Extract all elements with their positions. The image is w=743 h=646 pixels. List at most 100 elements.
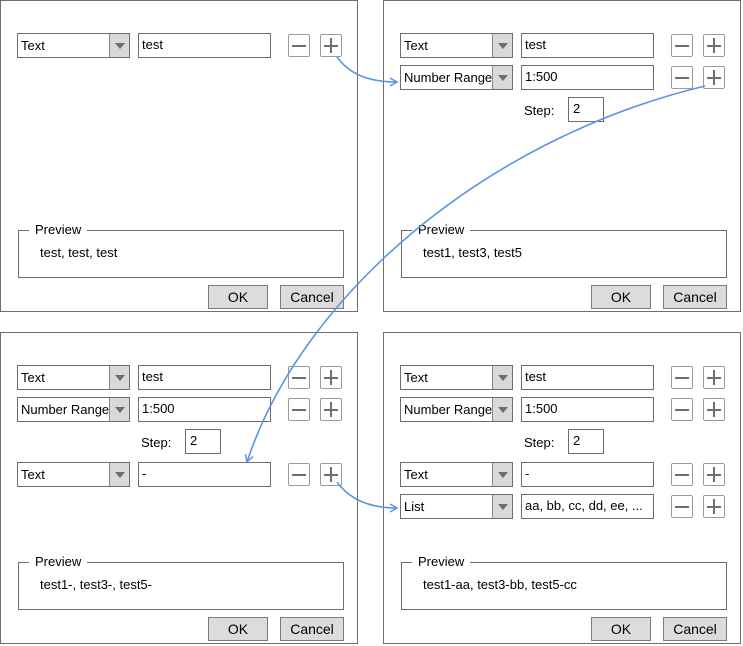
step-input-value: 2 xyxy=(573,101,581,116)
value-input-text: 1:500 xyxy=(142,401,175,416)
value-input[interactable]: 1:500 xyxy=(521,397,654,422)
type-dropdown[interactable]: Number Range xyxy=(400,65,513,90)
remove-row-button[interactable] xyxy=(671,398,693,421)
value-input[interactable]: 1:500 xyxy=(521,65,654,90)
dialog-panel: Text test Number Range 1:500 Text - Step: 2 Prev… xyxy=(0,332,358,644)
value-input[interactable]: aa, bb, cc, dd, ee, ... xyxy=(521,494,654,519)
type-dropdown[interactable]: Text xyxy=(400,365,513,390)
preview-text: test1-aa, test3-bb, test5-cc xyxy=(423,577,577,592)
add-row-button[interactable] xyxy=(320,398,342,421)
step-label: Step: xyxy=(524,435,555,450)
minus-icon xyxy=(675,377,689,379)
value-input-text: test xyxy=(525,37,546,52)
value-input-text: 1:500 xyxy=(525,69,558,84)
remove-row-button[interactable] xyxy=(288,34,310,57)
add-row-button[interactable] xyxy=(320,463,342,486)
value-input[interactable]: test xyxy=(138,365,271,390)
add-row-button[interactable] xyxy=(703,463,725,486)
type-dropdown[interactable]: Text xyxy=(400,33,513,58)
add-row-button[interactable] xyxy=(320,34,342,57)
value-input-text: test xyxy=(142,37,163,52)
value-input[interactable]: - xyxy=(138,462,271,487)
cancel-button[interactable]: Cancel xyxy=(663,617,727,641)
plus-icon-v xyxy=(713,38,715,53)
value-input[interactable]: - xyxy=(521,462,654,487)
dialog-panel: Text test Preview test, test, test OK Cancel xyxy=(0,0,358,312)
chevron-down-icon[interactable] xyxy=(492,34,512,57)
add-row-button[interactable] xyxy=(703,495,725,518)
cancel-button[interactable]: Cancel xyxy=(663,285,727,309)
value-input-text: aa, bb, cc, dd, ee, ... xyxy=(525,498,643,513)
plus-icon-v xyxy=(713,402,715,417)
type-dropdown[interactable]: Number Range xyxy=(17,397,130,422)
ok-button[interactable]: OK xyxy=(591,285,651,309)
type-dropdown[interactable]: Text xyxy=(17,365,130,390)
chevron-down-icon[interactable] xyxy=(109,34,129,57)
chevron-down-icon[interactable] xyxy=(492,66,512,89)
cancel-button[interactable]: Cancel xyxy=(280,285,344,309)
remove-row-button[interactable] xyxy=(288,366,310,389)
ok-button[interactable]: OK xyxy=(208,285,268,309)
step-input[interactable]: 2 xyxy=(568,429,604,454)
type-dropdown[interactable]: List xyxy=(400,494,513,519)
minus-icon xyxy=(675,77,689,79)
plus-icon-v xyxy=(713,70,715,85)
remove-row-button[interactable] xyxy=(671,34,693,57)
value-input[interactable]: test xyxy=(521,365,654,390)
minus-icon xyxy=(292,45,306,47)
type-dropdown-value: Text xyxy=(404,467,428,482)
preview-label: Preview xyxy=(29,222,88,237)
step-input-value: 2 xyxy=(573,433,581,448)
preview-label: Preview xyxy=(412,222,471,237)
type-dropdown[interactable]: Text xyxy=(17,462,130,487)
type-dropdown-value: Number Range xyxy=(21,402,110,417)
remove-row-button[interactable] xyxy=(671,495,693,518)
diagram-canvas: Text test Preview test, test, test OK Cancel T… xyxy=(0,0,743,646)
remove-row-button[interactable] xyxy=(288,463,310,486)
chevron-down-icon[interactable] xyxy=(492,495,512,518)
value-input-text: test xyxy=(525,369,546,384)
plus-icon-v xyxy=(330,38,332,53)
type-dropdown-value: Number Range xyxy=(404,402,493,417)
dialog-panel: Text test Number Range 1:500 Step: 2 Preview te… xyxy=(383,0,741,312)
add-row-button[interactable] xyxy=(703,34,725,57)
add-row-button[interactable] xyxy=(320,366,342,389)
minus-icon xyxy=(292,377,306,379)
add-row-button[interactable] xyxy=(703,66,725,89)
remove-row-button[interactable] xyxy=(671,463,693,486)
cancel-button[interactable]: Cancel xyxy=(280,617,344,641)
chevron-down-icon[interactable] xyxy=(492,366,512,389)
minus-icon xyxy=(675,474,689,476)
ok-button[interactable]: OK xyxy=(208,617,268,641)
type-dropdown[interactable]: Number Range xyxy=(400,397,513,422)
type-dropdown-value: Text xyxy=(21,370,45,385)
step-input[interactable]: 2 xyxy=(185,429,221,454)
add-row-button[interactable] xyxy=(703,366,725,389)
chevron-down-icon[interactable] xyxy=(109,366,129,389)
chevron-down-icon[interactable] xyxy=(109,463,129,486)
type-dropdown-value: Text xyxy=(404,38,428,53)
plus-icon-v xyxy=(713,370,715,385)
remove-row-button[interactable] xyxy=(288,398,310,421)
type-dropdown[interactable]: Text xyxy=(400,462,513,487)
preview-box: Preview test1-, test3-, test5- xyxy=(18,554,344,610)
type-dropdown[interactable]: Text xyxy=(17,33,130,58)
plus-icon-v xyxy=(330,370,332,385)
add-row-button[interactable] xyxy=(703,398,725,421)
chevron-down-icon[interactable] xyxy=(492,463,512,486)
ok-button[interactable]: OK xyxy=(591,617,651,641)
value-input[interactable]: test xyxy=(521,33,654,58)
remove-row-button[interactable] xyxy=(671,66,693,89)
plus-icon-v xyxy=(713,499,715,514)
plus-icon-v xyxy=(713,467,715,482)
value-input[interactable]: 1:500 xyxy=(138,397,271,422)
chevron-down-icon[interactable] xyxy=(492,398,512,421)
value-input-text: - xyxy=(525,466,530,481)
value-input-text: - xyxy=(142,466,147,481)
preview-box: Preview test1-aa, test3-bb, test5-cc xyxy=(401,554,727,610)
remove-row-button[interactable] xyxy=(671,366,693,389)
step-input[interactable]: 2 xyxy=(568,97,604,122)
chevron-down-icon[interactable] xyxy=(109,398,129,421)
plus-icon-v xyxy=(330,467,332,482)
value-input[interactable]: test xyxy=(138,33,271,58)
